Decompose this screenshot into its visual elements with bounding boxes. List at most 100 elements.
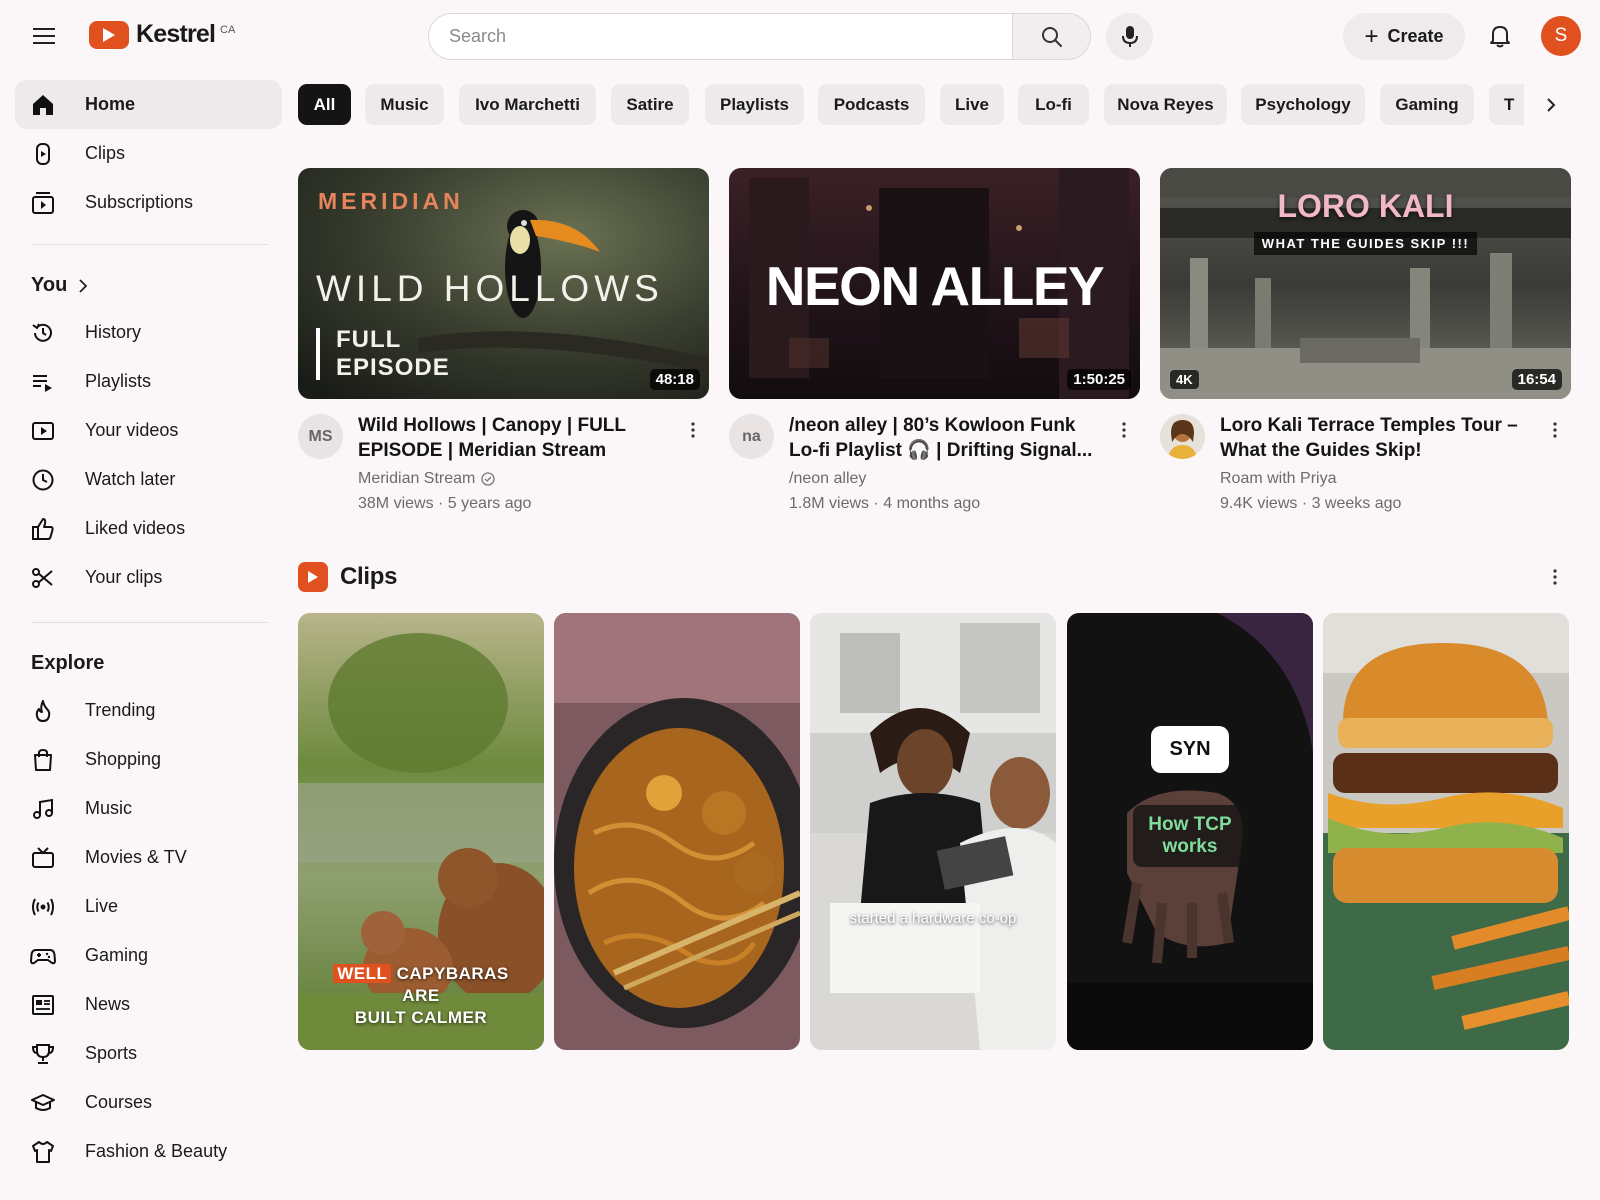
chips-next-chevron-icon[interactable]: [1532, 86, 1570, 124]
sidebar-item-watch-later[interactable]: Watch later: [15, 455, 282, 504]
notifications-button[interactable]: [1480, 16, 1520, 56]
sidebar-item-liked-videos[interactable]: Liked videos: [15, 504, 282, 553]
sidebar-item-home[interactable]: Home: [15, 80, 282, 129]
channel-avatar[interactable]: na: [729, 414, 774, 459]
chip-all[interactable]: All: [298, 84, 351, 125]
chip-lo-fi[interactable]: Lo-fi: [1018, 84, 1089, 125]
sidebar-item-your-videos[interactable]: Your videos: [15, 406, 282, 455]
thumb-title: NEON ALLEY: [765, 255, 1105, 317]
chip-psychology[interactable]: Psychology: [1241, 84, 1365, 125]
more-options-icon[interactable]: [683, 420, 703, 440]
sidebar-item-fashion-beauty[interactable]: Fashion & Beauty: [15, 1127, 282, 1176]
chip-gaming[interactable]: Gaming: [1380, 84, 1474, 125]
plus-icon: +: [1364, 22, 1379, 50]
channel-name[interactable]: Meridian Stream: [358, 470, 496, 488]
duration-badge: 48:18: [649, 369, 700, 390]
sidebar-divider: [31, 244, 268, 245]
voice-search-button[interactable]: [1106, 13, 1153, 60]
video-meta: 9.4K views · 3 weeks ago: [1220, 495, 1402, 512]
video-thumbnail[interactable]: MERIDIAN WILD HOLLOWS FULL EPISODE 48:18: [298, 168, 709, 399]
channel-avatar[interactable]: MS: [298, 414, 343, 459]
chip-playlists[interactable]: Playlists: [705, 84, 804, 125]
sidebar-item-live[interactable]: Live: [15, 882, 282, 931]
sidebar-item-news[interactable]: News: [15, 980, 282, 1029]
newspaper-icon: [29, 991, 57, 1019]
search-input[interactable]: [428, 13, 1012, 60]
sidebar-item-courses[interactable]: Courses: [15, 1078, 282, 1127]
chip-ivo-marchetti[interactable]: Ivo Marchetti: [459, 84, 596, 125]
sidebar-item-sports[interactable]: Sports: [15, 1029, 282, 1078]
playlists-icon: [29, 368, 57, 396]
channel-name[interactable]: /neon alley: [789, 470, 866, 488]
clock-icon: [29, 466, 57, 494]
thumb-accent-bar: [316, 328, 320, 380]
video-title[interactable]: Wild Hollows | Canopy | FULL EPISODE | M…: [358, 413, 668, 463]
clip-card[interactable]: SYN How TCP works: [1067, 613, 1313, 1050]
duration-badge: 1:50:25: [1067, 369, 1131, 390]
verified-icon: [481, 472, 496, 486]
sidebar-item-trending[interactable]: Trending: [15, 686, 282, 735]
create-label: Create: [1387, 26, 1444, 46]
country-code: CA: [220, 24, 236, 36]
sidebar-item-history[interactable]: History: [15, 308, 282, 357]
tv-icon: [29, 844, 57, 872]
chip-satire[interactable]: Satire: [611, 84, 689, 125]
clip-label-tcp: How TCP works: [1133, 805, 1247, 867]
more-options-icon[interactable]: [1545, 420, 1565, 440]
sidebar-item-music[interactable]: Music: [15, 784, 282, 833]
clip-card[interactable]: started a hardware co-op: [810, 613, 1056, 1050]
thumb-brand: MERIDIAN: [318, 188, 464, 214]
sidebar-item-subscriptions[interactable]: Subscriptions: [15, 178, 282, 227]
flame-icon: [29, 697, 57, 725]
more-options-icon[interactable]: [1545, 567, 1565, 587]
kestrel-logo[interactable]: Kestrel CA: [89, 20, 235, 49]
channel-avatar[interactable]: [1160, 414, 1205, 459]
video-meta: 1.8M views · 4 months ago: [789, 495, 981, 512]
graduation-cap-icon: [29, 1089, 57, 1117]
video-thumbnail[interactable]: LORO KALI WHAT THE GUIDES SKIP !!! 4K 16…: [1160, 168, 1571, 399]
explore-section-heading: Explore: [31, 652, 105, 674]
clip-card[interactable]: [554, 613, 800, 1050]
sidebar-item-movies-tv[interactable]: Movies & TV: [15, 833, 282, 882]
sidebar-item-shopping[interactable]: Shopping: [15, 735, 282, 784]
thumb-line2: EPISODE: [336, 354, 450, 381]
chip-music[interactable]: Music: [365, 84, 444, 125]
sidebar-item-playlists[interactable]: Playlists: [15, 357, 282, 406]
video-thumbnail[interactable]: NEON ALLEY 1:50:25: [729, 168, 1140, 399]
search-button[interactable]: [1012, 13, 1091, 60]
more-options-icon[interactable]: [1114, 420, 1134, 440]
category-chips-bar: All Music Ivo Marchetti Satire Playlists…: [298, 84, 1524, 126]
caption-highlight: WELL: [333, 964, 392, 983]
clips-logo-icon: [298, 562, 328, 592]
video-title[interactable]: Loro Kali Terrace Temples Tour – What th…: [1220, 413, 1530, 463]
account-avatar[interactable]: S: [1541, 16, 1581, 56]
thumb-title: LORO KALI: [1277, 188, 1454, 224]
clip-card[interactable]: [1323, 613, 1569, 1050]
video-title[interactable]: /neon alley | 80’s Kowloon Funk Lo-fi Pl…: [789, 413, 1099, 463]
sidebar-item-your-clips[interactable]: Your clips: [15, 553, 282, 602]
you-section-heading[interactable]: You: [31, 274, 88, 297]
chip-truncated[interactable]: T: [1489, 84, 1524, 125]
microphone-icon: [1121, 25, 1138, 47]
chip-podcasts[interactable]: Podcasts: [818, 84, 925, 125]
logo-play-icon: [89, 20, 129, 49]
sidebar-item-clips[interactable]: Clips: [15, 129, 282, 178]
history-icon: [29, 319, 57, 347]
live-icon: [29, 893, 57, 921]
duration-badge: 16:54: [1511, 369, 1562, 390]
clips-section-header: Clips: [298, 562, 397, 592]
sidebar: Home Clips Subscriptions You History Pla…: [0, 72, 290, 1200]
trophy-icon: [29, 1040, 57, 1068]
hamburger-menu-icon[interactable]: [24, 16, 64, 56]
chip-nova-reyes[interactable]: Nova Reyes: [1104, 84, 1227, 125]
create-button[interactable]: + Create: [1343, 13, 1465, 60]
channel-name[interactable]: Roam with Priya: [1220, 470, 1336, 488]
music-note-icon: [29, 795, 57, 823]
chip-live[interactable]: Live: [940, 84, 1004, 125]
chevron-right-icon: [79, 278, 88, 293]
your-videos-icon: [29, 417, 57, 445]
top-bar: Kestrel CA + Create S: [0, 0, 1600, 72]
clips-icon: [29, 140, 57, 168]
sidebar-item-gaming[interactable]: Gaming: [15, 931, 282, 980]
clip-card[interactable]: WELL CAPYBARAS ARE BUILT CALMER: [298, 613, 544, 1050]
